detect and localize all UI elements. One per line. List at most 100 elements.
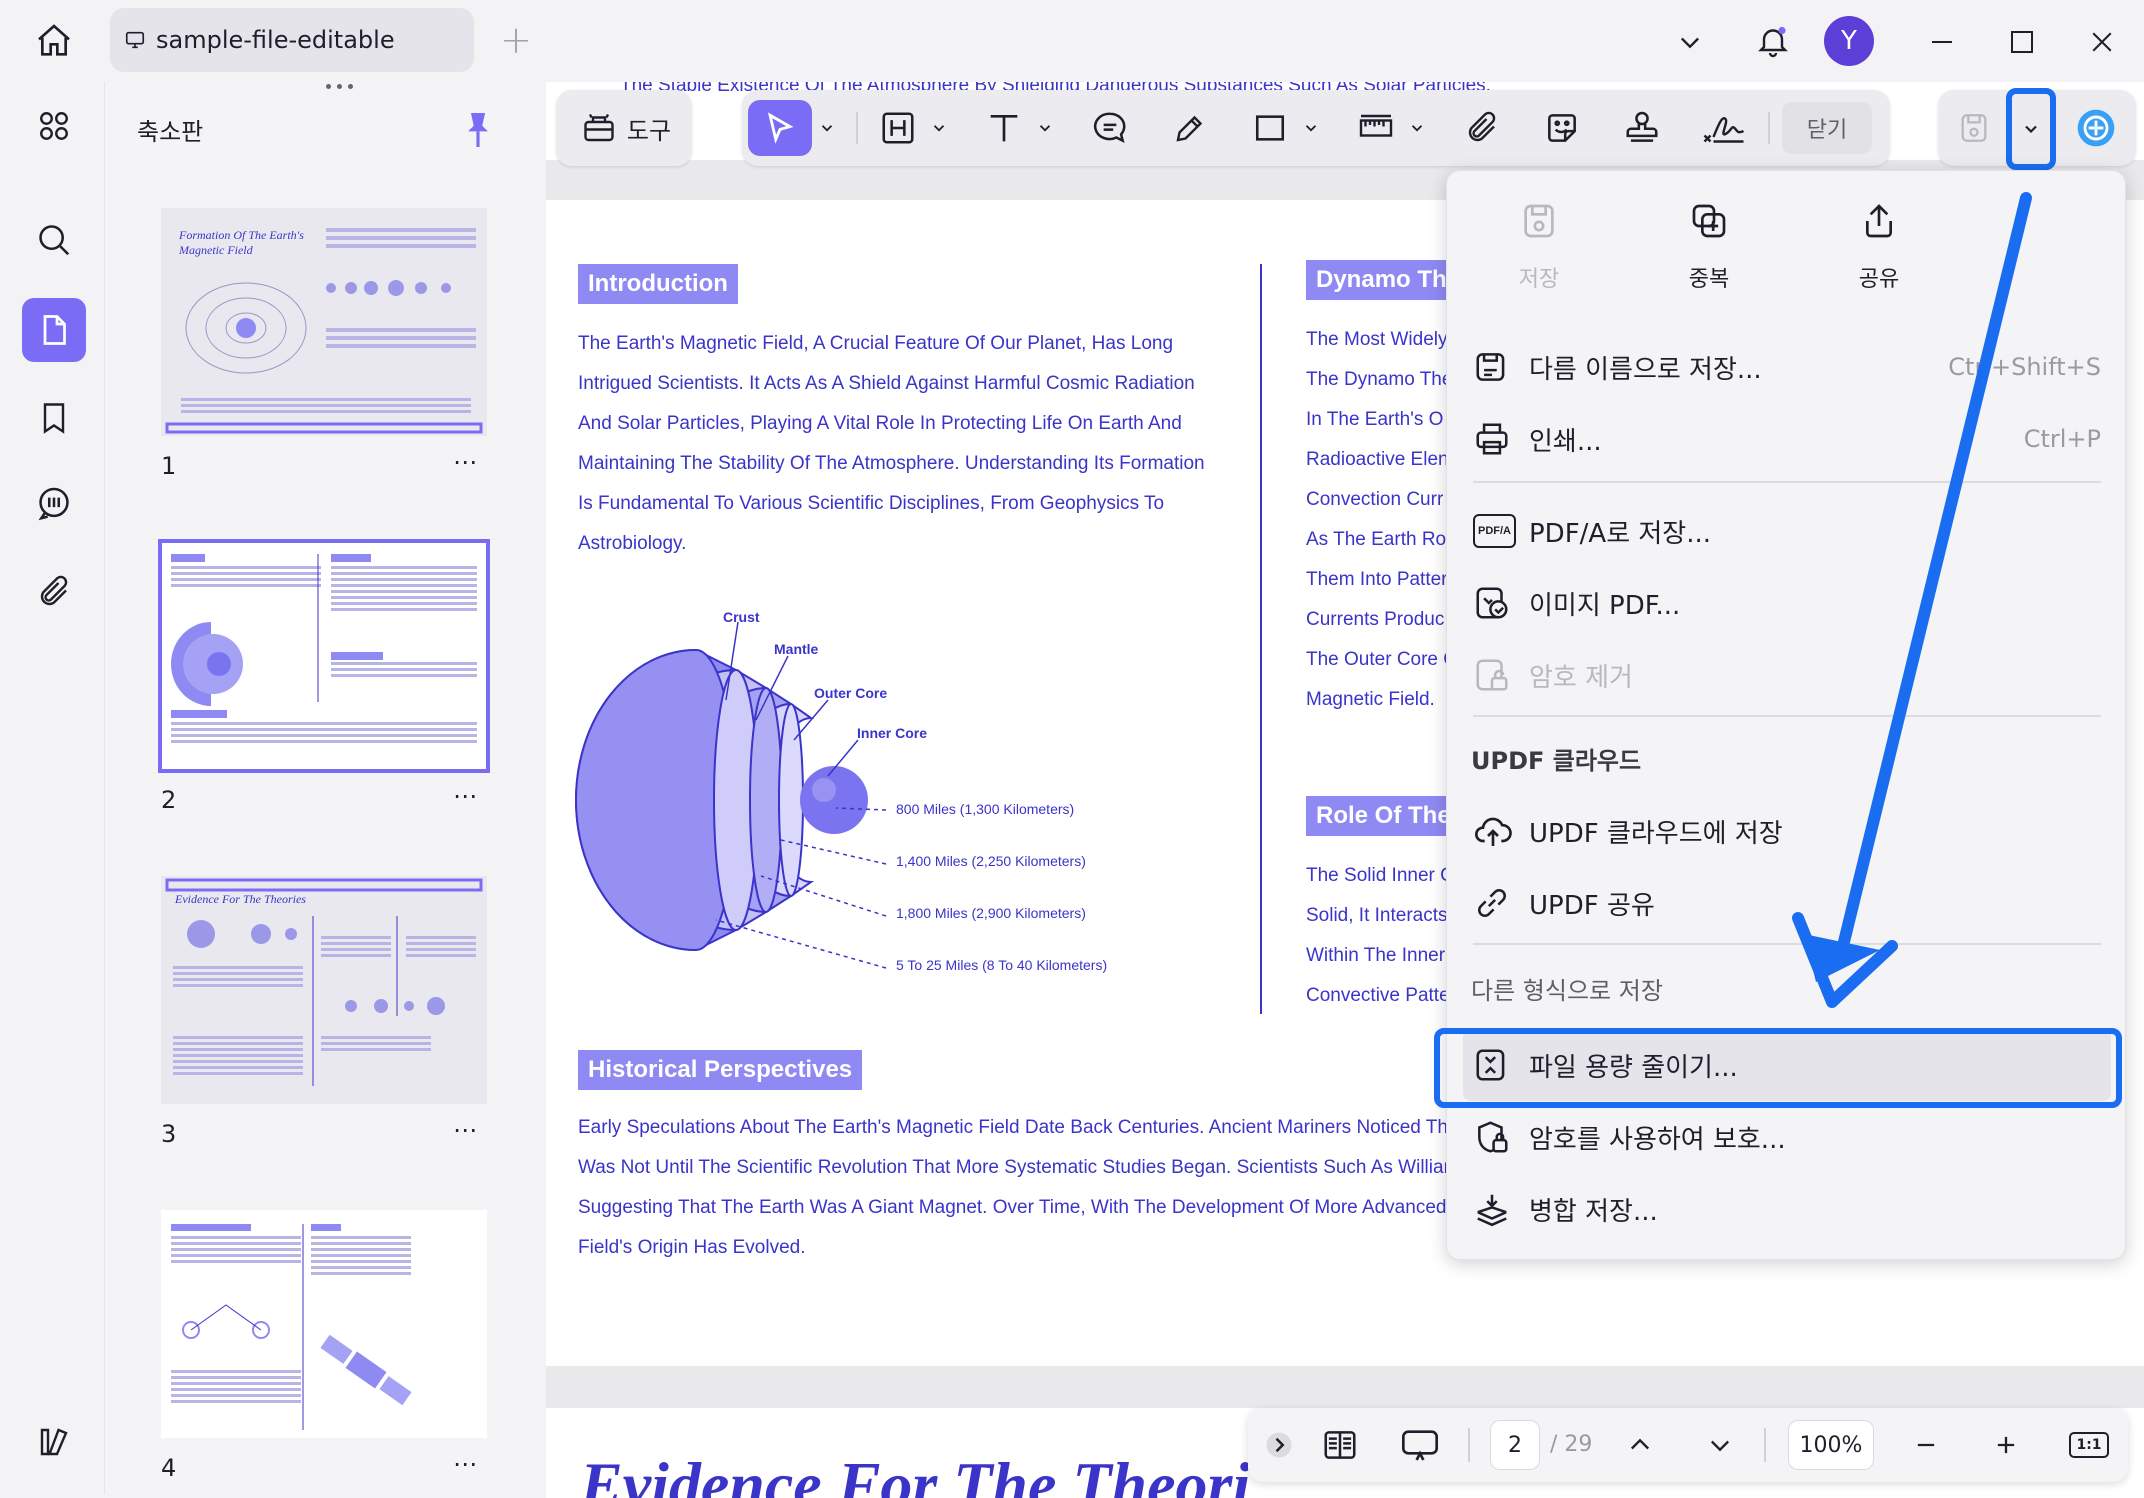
thumbnail-2-preview — [171, 554, 477, 743]
dynamo-line: Radioactive Elen — [1306, 449, 1449, 470]
page-layout-button[interactable] — [1314, 1420, 1366, 1470]
intro-line: And Solar Particles, Playing A Vital Rol… — [578, 413, 1182, 434]
total-pages: / 29 — [1550, 1432, 1593, 1457]
bookmark-icon — [43, 403, 65, 434]
dynamo-line: Convection Curr — [1306, 489, 1444, 510]
text-tool-dropdown[interactable] — [1032, 100, 1058, 156]
label-crust: Crust — [723, 609, 760, 625]
app-window: sample-file-editable + Y 축소판 Formation O… — [0, 0, 2144, 1498]
collapse-bar-button[interactable] — [1260, 1420, 1298, 1470]
home-button[interactable] — [26, 16, 82, 66]
panel-drag-handle[interactable] — [319, 84, 359, 98]
actual-size-button[interactable]: 1:1 — [2064, 1420, 2114, 1470]
shape-tool-dropdown[interactable] — [1298, 100, 1324, 156]
intro-line: The Earth's Magnetic Field, A Crucial Fe… — [578, 333, 1174, 354]
sticker-tool-button[interactable] — [1536, 100, 1588, 156]
minimize-button[interactable] — [1920, 20, 1964, 64]
document-tab[interactable]: sample-file-editable — [110, 8, 474, 72]
tab-list-button[interactable] — [1668, 20, 1712, 64]
comment-bubble-icon — [1093, 112, 1126, 144]
shape-tool-button[interactable] — [1244, 100, 1296, 156]
menu-save-label: 저장 — [1518, 267, 1560, 292]
measure-tool-dropdown[interactable] — [1404, 100, 1430, 156]
apps-button[interactable] — [22, 94, 86, 158]
dynamo-line: The Dynamo The — [1306, 369, 1453, 390]
signature-tool-button[interactable] — [1696, 100, 1752, 156]
thumbnail-page-1[interactable]: Formation Of The Earth's Magnetic Field — [161, 208, 487, 436]
dynamo-line: The Most Widely — [1306, 329, 1448, 350]
tab-title: sample-file-editable — [156, 26, 395, 54]
thumbnail-page-2[interactable] — [158, 539, 490, 773]
thumbnail-page-3[interactable]: Evidence For The Theories — [161, 876, 487, 1104]
menu-duplicate-action[interactable]: 중복 — [1649, 201, 1769, 293]
thumbnail-page-4[interactable] — [161, 1210, 487, 1438]
thumbnail-2-more-button[interactable]: ⋯ — [453, 782, 478, 810]
dynamo-line: As The Earth Ro — [1306, 529, 1447, 550]
zoom-level-input[interactable]: 100% — [1788, 1420, 1874, 1470]
save-button[interactable] — [1948, 100, 2000, 156]
paperclip-icon — [1468, 111, 1496, 142]
bottombar-divider — [1764, 1428, 1766, 1462]
measure-tool-button[interactable] — [1350, 100, 1402, 156]
menu-save-cloud-label: UPDF 클라우드에 저장 — [1529, 818, 1783, 849]
left-rail — [8, 82, 102, 1498]
menu-save-action[interactable]: 저장 — [1479, 201, 1599, 293]
thumbnail-3-more-button[interactable]: ⋯ — [453, 1116, 478, 1144]
ai-assistant-button[interactable] — [2068, 100, 2124, 156]
menu-protect[interactable]: 암호를 사용하여 보호... — [1473, 1101, 2101, 1173]
title-bar: sample-file-editable + Y — [0, 0, 2144, 82]
search-button[interactable] — [22, 208, 86, 272]
sticker-icon — [1548, 114, 1576, 142]
user-avatar[interactable]: Y — [1824, 16, 1874, 66]
grid-icon — [40, 112, 68, 140]
tools-button[interactable]: 도구 — [570, 100, 682, 156]
close-edit-button[interactable]: 닫기 — [1782, 102, 1872, 154]
shield-lock-icon — [1478, 1121, 1508, 1153]
layers-button[interactable] — [22, 1410, 86, 1474]
annotation-arrow — [1792, 192, 2032, 1008]
close-window-button[interactable] — [2080, 20, 2124, 64]
highlight-tool-button[interactable] — [872, 100, 924, 156]
select-tool-dropdown[interactable] — [814, 100, 840, 156]
tools-group: 도구 — [556, 90, 692, 166]
intro-line: Is Fundamental To Various Scientific Dis… — [578, 493, 1165, 514]
monitor-icon — [125, 31, 145, 49]
highlight-tool-dropdown[interactable] — [926, 100, 952, 156]
previous-page-button[interactable] — [1618, 1420, 1662, 1470]
thumbnail-1-more-button[interactable]: ⋯ — [453, 448, 478, 476]
menu-cloud-section: UPDF 클라우드 — [1471, 747, 1642, 775]
attach-tool-button[interactable] — [1456, 100, 1508, 156]
notifications-button[interactable] — [1748, 16, 1798, 66]
save-dropdown-button[interactable] — [2006, 88, 2056, 170]
thumbnail-1-number: 1 — [161, 452, 177, 480]
zoom-out-button[interactable] — [1904, 1420, 1948, 1470]
maximize-button[interactable] — [2000, 20, 2044, 64]
thumbnails-button[interactable] — [22, 298, 86, 362]
text-tool-button[interactable] — [978, 100, 1030, 156]
new-tab-button[interactable]: + — [496, 18, 536, 62]
zoom-in-button[interactable] — [1984, 1420, 2028, 1470]
chevron-down-icon — [2025, 125, 2037, 134]
pencil-tool-button[interactable] — [1164, 100, 1216, 156]
intro-heading: Introduction — [578, 264, 738, 304]
presentation-icon — [1402, 1430, 1438, 1461]
pin-button[interactable] — [461, 110, 495, 154]
stamp-tool-button[interactable] — [1616, 100, 1668, 156]
reduce-size-highlight — [1434, 1028, 2122, 1108]
bookmarks-button[interactable] — [22, 386, 86, 450]
dynamo-line: Them Into Patter — [1306, 569, 1448, 590]
presentation-button[interactable] — [1394, 1420, 1446, 1470]
current-page-input[interactable]: 2 — [1490, 1420, 1540, 1470]
thumbnail-4-more-button[interactable]: ⋯ — [453, 1450, 478, 1478]
menu-flatten[interactable]: 병합 저장... — [1473, 1173, 2101, 1245]
comment-tool-button[interactable] — [1084, 100, 1136, 156]
paperclip-icon — [40, 575, 68, 606]
thumbnail-1-heading: Formation Of The Earth's Magnetic Field — [179, 228, 304, 257]
select-tool-button[interactable] — [748, 100, 812, 156]
thumbnail-3-number: 3 — [161, 1120, 177, 1148]
label-outer-core: Outer Core — [814, 685, 887, 701]
historical-line: Was Not Until The Scientific Revolution … — [578, 1157, 1460, 1178]
attachments-button[interactable] — [22, 560, 86, 624]
next-page-button[interactable] — [1698, 1420, 1742, 1470]
comments-button[interactable] — [22, 472, 86, 536]
